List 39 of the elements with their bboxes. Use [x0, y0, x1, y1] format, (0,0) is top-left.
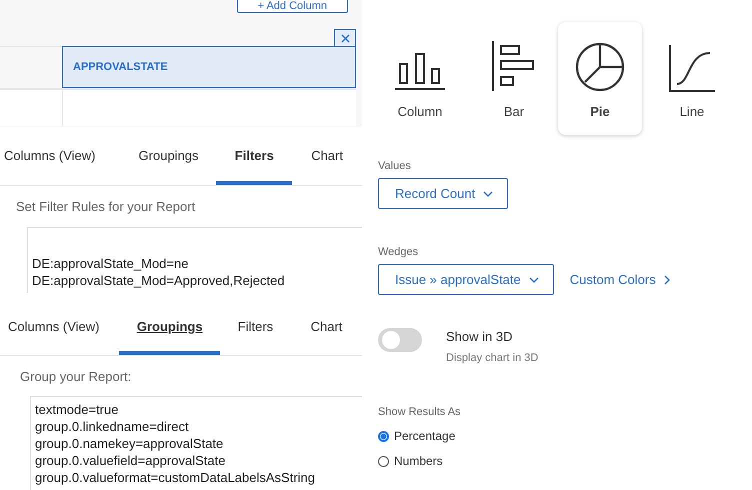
- chart-type-option[interactable]: Line: [650, 22, 734, 135]
- tab[interactable]: Chart: [291, 301, 362, 355]
- field-label: Show Results As: [378, 406, 462, 418]
- add-column-button[interactable]: + Add Column: [236, 0, 348, 13]
- section-heading: Set Filter Rules for your Report: [15, 198, 196, 214]
- toggle-label: Show in 3D: [446, 329, 514, 344]
- chart-type-option[interactable]: Pie: [558, 22, 642, 135]
- tab[interactable]: Groupings: [122, 130, 216, 185]
- tab[interactable]: Filters: [216, 130, 292, 185]
- chart-type-option[interactable]: Column: [378, 22, 462, 135]
- pie-chart-icon: [575, 42, 625, 92]
- wedges-dropdown[interactable]: Issue » approvalState: [378, 264, 554, 295]
- radio-label: Percentage: [394, 429, 456, 443]
- chart-type-option[interactable]: Bar: [472, 22, 556, 135]
- field-label: Wedges: [378, 246, 420, 258]
- line-chart-icon: [668, 44, 716, 92]
- chevron-down-icon: [483, 190, 494, 196]
- chevron-down-icon: [528, 276, 539, 282]
- filter-rules-field[interactable]: DE:approvalState_Mod=ne DE:approvalState_Mod=Approved,Rejected: [27, 227, 362, 293]
- tab[interactable]: Columns (View): [4, 130, 122, 185]
- tab[interactable]: Columns (View): [8, 301, 120, 355]
- bar-chart-icon: [491, 40, 537, 92]
- toggle-switch[interactable]: [378, 328, 422, 352]
- values-dropdown[interactable]: Record Count: [378, 178, 508, 209]
- field-label: Values: [378, 160, 412, 172]
- column-header[interactable]: APPROVALSTATE: [62, 46, 356, 88]
- radio-button[interactable]: [378, 430, 389, 442]
- tab[interactable]: Filters: [220, 301, 291, 355]
- close-icon: [340, 34, 350, 42]
- tab[interactable]: Groupings: [119, 301, 220, 355]
- section-heading: Group your Report:: [19, 368, 132, 384]
- groupings-field[interactable]: textmode=true group.0.linkedname=direct group.0.namekey=approvalState group.0.valuefield=approvalState group.0.valueformat=customDataLabelsAsString: [30, 396, 362, 490]
- tab[interactable]: Chart: [292, 130, 362, 185]
- radio-label: Numbers: [394, 454, 443, 468]
- toggle-description: Display chart in 3D: [446, 352, 538, 364]
- custom-colors-link[interactable]: Custom Colors: [570, 264, 670, 295]
- radio-button[interactable]: [378, 456, 389, 466]
- chevron-right-icon: [664, 274, 670, 284]
- close-button[interactable]: [334, 29, 356, 46]
